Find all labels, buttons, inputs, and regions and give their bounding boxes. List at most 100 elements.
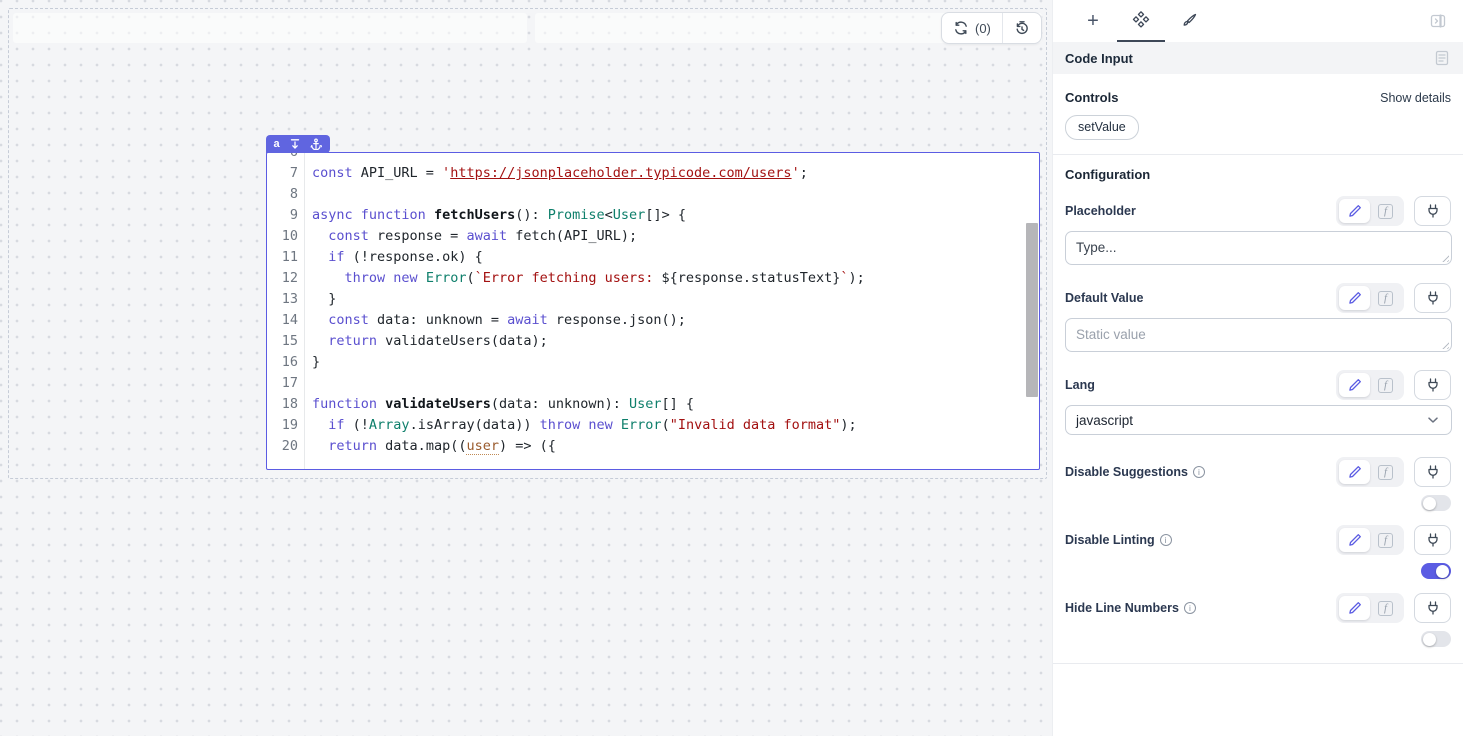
placeholder-label: Placeholder (1065, 204, 1136, 218)
js-mode-button[interactable]: f (1370, 596, 1401, 620)
default-value-controls: f (1336, 283, 1451, 313)
code-line[interactable]: async function fetchUsers(): Promise<Use… (312, 205, 1039, 226)
bind-data-button[interactable] (1414, 370, 1451, 400)
disable-linting-text: Disable Linting (1065, 533, 1155, 547)
pencil-icon (1347, 600, 1363, 616)
line-number: 16 (267, 352, 298, 373)
code-line[interactable]: const response = await fetch(API_URL); (312, 226, 1039, 247)
brush-icon (1180, 12, 1198, 30)
code-line[interactable] (312, 184, 1039, 205)
plug-icon (1425, 290, 1441, 306)
configuration-title: Configuration (1065, 167, 1150, 182)
code-line[interactable] (312, 153, 1039, 163)
editor-canvas[interactable]: (0) a 67891011121314151617181920 c (0, 0, 1052, 736)
code-editor[interactable]: 67891011121314151617181920 const API_URL… (267, 153, 1039, 469)
code-line[interactable]: const data: unknown = await response.jso… (312, 310, 1039, 331)
js-mode-button[interactable]: f (1370, 460, 1401, 484)
dock-down-icon[interactable] (289, 138, 301, 150)
lang-selected-value: javascript (1076, 413, 1133, 428)
line-number: 20 (267, 436, 298, 457)
plug-icon (1425, 203, 1441, 219)
property-panel: + Code Input (1052, 0, 1463, 736)
disable-suggestions-toggle[interactable] (1421, 495, 1451, 511)
function-icon: f (1378, 291, 1393, 306)
widget-badge[interactable]: a (266, 135, 330, 153)
refresh-icon (953, 20, 969, 36)
code-lines[interactable]: const API_URL = 'https://jsonplaceholder… (305, 153, 1039, 469)
bind-data-button[interactable] (1414, 196, 1451, 226)
pencil-icon (1347, 464, 1363, 480)
line-number: 6 (267, 153, 298, 163)
info-icon[interactable]: i (1193, 466, 1205, 478)
disable-linting-toggle-row (1065, 563, 1451, 579)
layout-zone-1[interactable] (13, 13, 527, 43)
default-value-label: Default Value (1065, 291, 1144, 305)
js-mode-button[interactable]: f (1370, 373, 1401, 397)
refresh-button[interactable]: (0) (942, 13, 1002, 43)
hide-line-numbers-toggle[interactable] (1421, 631, 1451, 647)
default-value-input[interactable]: Static value (1065, 318, 1452, 352)
resize-handle[interactable] (1440, 340, 1449, 349)
disable-linting-label: Disable Linting i (1065, 533, 1172, 547)
setvalue-chip[interactable]: setValue (1065, 115, 1139, 140)
tab-bar-spacer (1213, 0, 1429, 42)
info-icon[interactable]: i (1160, 534, 1172, 546)
code-line[interactable] (312, 373, 1039, 394)
edit-mode-button[interactable] (1339, 528, 1370, 552)
bottom-divider (1053, 663, 1463, 664)
controls-methods: setValue (1065, 105, 1451, 140)
js-mode-button[interactable]: f (1370, 199, 1401, 223)
mode-segmented-control: f (1336, 593, 1404, 623)
pencil-icon (1347, 377, 1363, 393)
edit-mode-button[interactable] (1339, 373, 1370, 397)
edit-mode-button[interactable] (1339, 286, 1370, 310)
bind-data-button[interactable] (1414, 283, 1451, 313)
bind-data-button[interactable] (1414, 525, 1451, 555)
edit-mode-button[interactable] (1339, 460, 1370, 484)
code-line[interactable]: if (!response.ok) { (312, 247, 1039, 268)
anchor-icon[interactable] (310, 138, 322, 150)
code-input-widget[interactable]: a 67891011121314151617181920 const API_U… (266, 152, 1040, 470)
code-line[interactable]: return data.map((user) => ({ (312, 436, 1039, 457)
show-details-link[interactable]: Show details (1380, 91, 1451, 105)
docs-icon[interactable] (1433, 49, 1451, 67)
tab-add-widget[interactable]: + (1069, 0, 1117, 42)
code-line[interactable]: if (!Array.isArray(data)) throw new Erro… (312, 415, 1039, 436)
mode-segmented-control: f (1336, 370, 1404, 400)
info-icon[interactable]: i (1184, 602, 1196, 614)
collapse-panel-button[interactable] (1429, 0, 1447, 42)
code-line[interactable]: } (312, 352, 1039, 373)
configuration-section-header: Configuration (1065, 167, 1451, 182)
disable-linting-toggle[interactable] (1421, 563, 1451, 579)
js-mode-button[interactable]: f (1370, 286, 1401, 310)
disable-suggestions-controls: f (1336, 457, 1451, 487)
code-line[interactable]: throw new Error(`Error fetching users: $… (312, 268, 1039, 289)
line-number: 15 (267, 331, 298, 352)
history-button[interactable] (1003, 13, 1041, 43)
placeholder-field-row: Placeholder f (1065, 196, 1451, 226)
line-number: 13 (267, 289, 298, 310)
widget-header-bar: Code Input (1053, 42, 1463, 74)
line-number: 19 (267, 415, 298, 436)
bind-data-button[interactable] (1414, 593, 1451, 623)
placeholder-input[interactable]: Type... (1065, 231, 1452, 265)
collapse-panel-icon (1429, 12, 1447, 30)
default-value-field-row: Default Value f (1065, 283, 1451, 313)
tab-style[interactable] (1165, 0, 1213, 42)
tab-properties[interactable] (1117, 0, 1165, 42)
code-line[interactable]: function validateUsers(data: unknown): U… (312, 394, 1039, 415)
lang-select[interactable]: javascript (1065, 405, 1452, 435)
code-line[interactable]: } (312, 289, 1039, 310)
plug-icon (1425, 600, 1441, 616)
editor-scrollbar-thumb[interactable] (1026, 223, 1038, 397)
mode-segmented-control: f (1336, 283, 1404, 313)
code-line[interactable]: return validateUsers(data); (312, 331, 1039, 352)
code-line[interactable]: const API_URL = 'https://jsonplaceholder… (312, 163, 1039, 184)
edit-mode-button[interactable] (1339, 199, 1370, 223)
js-mode-button[interactable]: f (1370, 528, 1401, 552)
bind-data-button[interactable] (1414, 457, 1451, 487)
edit-mode-button[interactable] (1339, 596, 1370, 620)
hide-line-numbers-text: Hide Line Numbers (1065, 601, 1179, 615)
pencil-icon (1347, 532, 1363, 548)
resize-handle[interactable] (1440, 253, 1449, 262)
